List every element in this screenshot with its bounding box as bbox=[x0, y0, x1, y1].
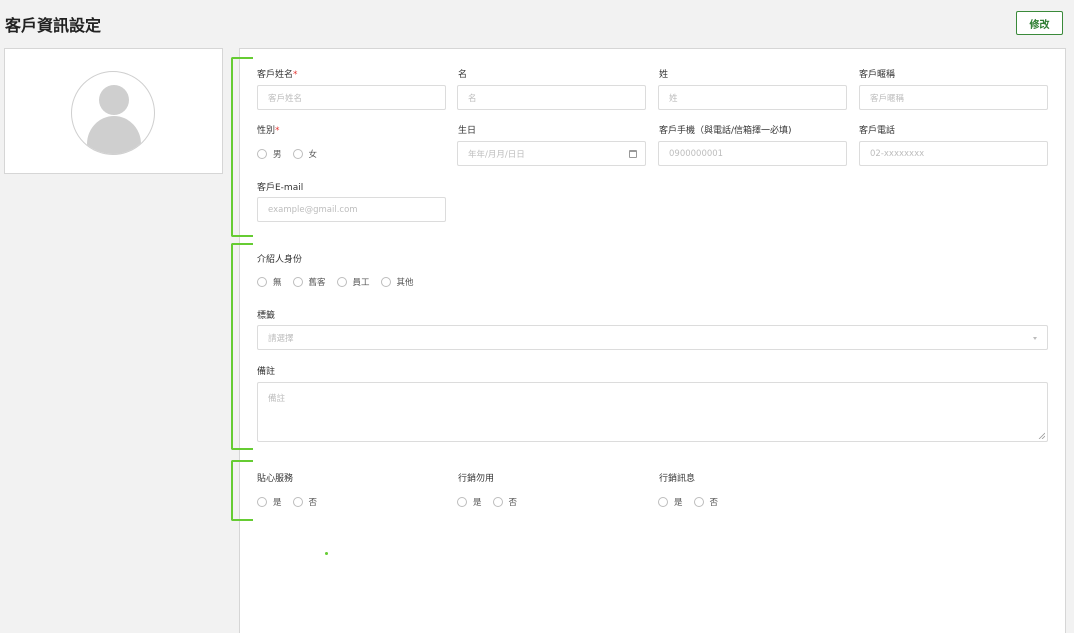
referrer-option-none[interactable]: 無 bbox=[257, 276, 282, 288]
marketing-msg-radio-group: 是 否 bbox=[658, 496, 729, 508]
user-icon bbox=[87, 85, 141, 154]
care-service-label: 貼心服務 bbox=[257, 474, 294, 484]
last-name-label: 姓 bbox=[659, 70, 669, 80]
referrer-radio-group: 無 舊客 員工 其他 bbox=[257, 276, 425, 288]
referrer-option-old-customer[interactable]: 舊客 bbox=[292, 276, 326, 288]
note-textarea[interactable]: 備註 bbox=[257, 382, 1048, 442]
marketing-dnd-option-yes[interactable]: 是 bbox=[457, 496, 482, 508]
care-service-radio-group: 是 否 bbox=[257, 496, 328, 508]
marketing-msg-option-no[interactable]: 否 bbox=[693, 496, 718, 508]
name-input[interactable]: 客戶姓名 bbox=[257, 85, 446, 110]
avatar[interactable] bbox=[71, 71, 155, 155]
phone-label: 客戶電話 bbox=[859, 126, 896, 136]
tag-select[interactable]: 請選擇 bbox=[257, 325, 1048, 350]
referrer-option-other[interactable]: 其他 bbox=[380, 276, 414, 288]
note-label: 備註 bbox=[257, 367, 276, 377]
birthday-label: 生日 bbox=[458, 126, 477, 136]
tag-label: 標籤 bbox=[257, 311, 276, 321]
marketing-dnd-radio-group: 是 否 bbox=[457, 496, 528, 508]
phone-input[interactable]: 02-xxxxxxxx bbox=[859, 141, 1048, 166]
avatar-card bbox=[4, 48, 223, 174]
page-title: 客戶資訊設定 bbox=[5, 16, 102, 35]
annotation-bracket-referral bbox=[231, 243, 253, 450]
first-name-label: 名 bbox=[458, 70, 468, 80]
first-name-input[interactable]: 名 bbox=[457, 85, 646, 110]
resize-handle-icon[interactable] bbox=[1038, 432, 1045, 439]
nickname-label: 客戶暱稱 bbox=[859, 70, 896, 80]
email-input[interactable]: example@gmail.com bbox=[257, 197, 446, 222]
email-label: 客戶E-mail bbox=[257, 183, 304, 193]
nickname-input[interactable]: 客戶暱稱 bbox=[859, 85, 1048, 110]
care-option-yes[interactable]: 是 bbox=[257, 496, 282, 508]
marketing-dnd-label: 行銷勿用 bbox=[458, 474, 495, 484]
annotation-dot bbox=[325, 552, 328, 555]
birthday-input[interactable]: 年年/月月/日日 bbox=[457, 141, 646, 166]
gender-option-male[interactable]: 男 bbox=[257, 148, 282, 160]
gender-option-female[interactable]: 女 bbox=[292, 148, 317, 160]
chevron-down-icon[interactable] bbox=[1033, 337, 1037, 340]
care-option-no[interactable]: 否 bbox=[292, 496, 317, 508]
referrer-option-employee[interactable]: 員工 bbox=[336, 276, 370, 288]
name-label: 客戶姓名* bbox=[257, 70, 298, 80]
annotation-bracket-services bbox=[231, 460, 253, 521]
gender-label: 性別* bbox=[257, 126, 280, 136]
calendar-icon[interactable] bbox=[629, 150, 637, 158]
marketing-dnd-option-no[interactable]: 否 bbox=[492, 496, 517, 508]
mobile-label: 客戶手機（與電話/信箱擇一必填) bbox=[659, 126, 792, 136]
gender-radio-group: 男 女 bbox=[257, 148, 328, 160]
marketing-msg-label: 行銷訊息 bbox=[659, 474, 696, 484]
edit-button[interactable]: 修改 bbox=[1016, 11, 1063, 35]
last-name-input[interactable]: 姓 bbox=[658, 85, 847, 110]
mobile-input[interactable]: 0900000001 bbox=[658, 141, 847, 166]
annotation-bracket-basic bbox=[231, 57, 253, 237]
referrer-label: 介紹人身份 bbox=[257, 255, 303, 265]
marketing-msg-option-yes[interactable]: 是 bbox=[658, 496, 683, 508]
